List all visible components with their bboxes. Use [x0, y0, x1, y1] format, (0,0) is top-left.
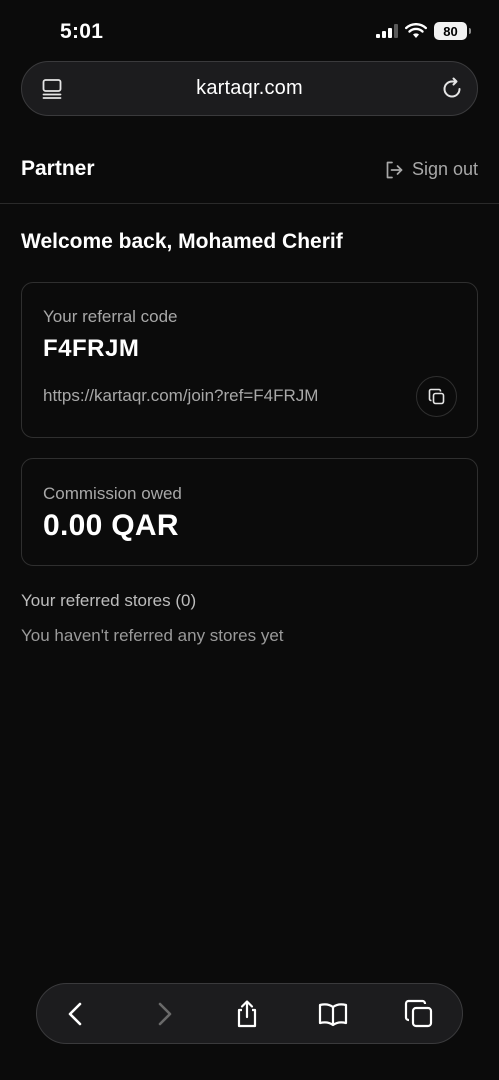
url-text[interactable]: kartaqr.com [196, 77, 303, 100]
tabs-overview-icon [404, 999, 433, 1028]
cellular-signal-icon [376, 24, 398, 38]
back-button[interactable] [60, 998, 92, 1030]
bookmarks-button[interactable] [317, 998, 349, 1030]
status-time: 5:01 [60, 20, 104, 43]
sign-out-button[interactable]: Sign out [384, 159, 478, 180]
reload-icon[interactable] [439, 76, 465, 102]
battery-indicator: 80 [434, 22, 471, 40]
chevron-left-icon [68, 1002, 82, 1026]
status-icons: 80 [376, 22, 471, 40]
page-title: Partner [21, 157, 95, 180]
forward-button[interactable] [148, 998, 180, 1030]
referral-link: https://kartaqr.com/join?ref=F4FRJM [43, 386, 319, 405]
status-bar: 5:01 80 [0, 0, 499, 62]
wifi-icon [405, 23, 427, 38]
tabs-overview-button[interactable] [403, 998, 435, 1030]
commission-label: Commission owed [43, 484, 182, 503]
screen: 5:01 80 kartaqr.com Partner Sign out Wel… [0, 0, 499, 1080]
copy-icon [428, 388, 444, 404]
battery-tip [469, 28, 471, 34]
referred-stores-heading: Your referred stores (0) [21, 591, 197, 610]
copy-link-button[interactable] [416, 376, 457, 417]
browser-toolbar [36, 983, 463, 1044]
battery-level: 80 [443, 23, 458, 39]
share-button[interactable] [231, 998, 263, 1030]
app-header: Partner Sign out [0, 140, 499, 204]
referral-card: Your referral code F4FRJM https://kartaq… [21, 282, 478, 438]
tabs-icon[interactable] [40, 77, 64, 101]
book-icon [318, 1003, 348, 1027]
referral-code: F4FRJM [43, 335, 140, 362]
chevron-right-icon [158, 1002, 172, 1026]
share-icon [237, 1000, 257, 1028]
sign-out-icon [386, 161, 403, 178]
commission-card: Commission owed 0.00 QAR [21, 458, 478, 566]
address-bar[interactable]: kartaqr.com [21, 61, 478, 116]
sign-out-label: Sign out [411, 159, 478, 179]
welcome-heading: Welcome back, Mohamed Cherif [21, 230, 343, 253]
referred-stores-empty-message: You haven't referred any stores yet [21, 626, 284, 645]
commission-value: 0.00 QAR [43, 509, 179, 542]
referral-code-label: Your referral code [43, 307, 178, 326]
